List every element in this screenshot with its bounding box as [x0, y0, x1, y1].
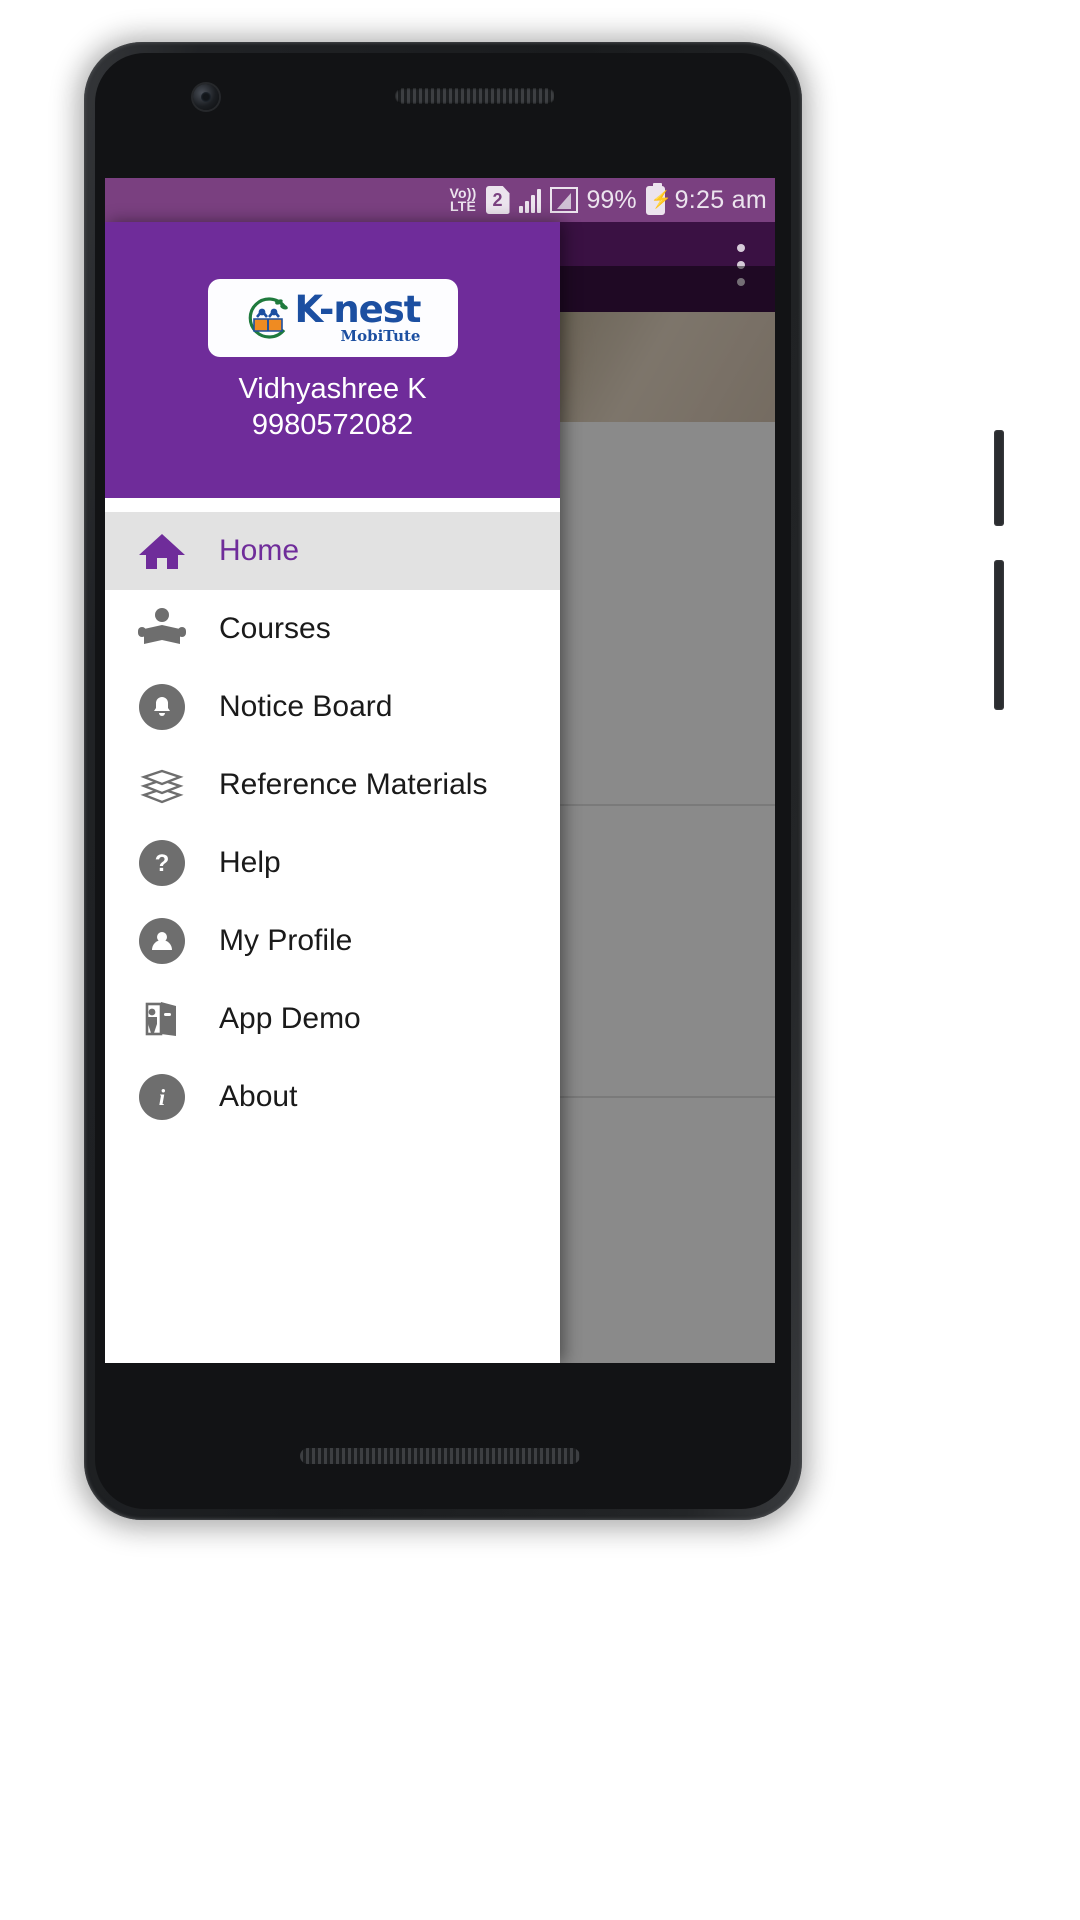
- sidebar-item-label: Reference Materials: [219, 768, 488, 801]
- svg-text:?: ?: [155, 850, 170, 877]
- drawer-logo-card: K-nest MobiTute: [207, 278, 458, 357]
- sidebar-item-label: Home: [219, 534, 300, 567]
- status-bar-clock: 9:25 am: [674, 185, 767, 214]
- question-mark-icon: ?: [131, 832, 193, 894]
- door-person-icon: [131, 988, 193, 1050]
- sim-slot-number: 2: [485, 186, 510, 214]
- drawer-header: K-nest MobiTute Vidhyashree K 9980572082: [105, 222, 560, 498]
- volume-button[interactable]: [994, 560, 1004, 710]
- drawer-user-name: Vidhyashree K: [238, 372, 427, 405]
- sidebar-item-label: About: [219, 1080, 298, 1113]
- status-bar: Vo)) LTE 2 99% ⚡ 9:25 am: [105, 178, 775, 222]
- drawer-user-phone: 9980572082: [251, 408, 414, 441]
- power-button[interactable]: [994, 430, 1004, 526]
- drawer-header-divider: [105, 498, 560, 512]
- volte-line-2: LTE: [450, 198, 477, 214]
- sidebar-item-label: Courses: [219, 612, 331, 645]
- sidebar-item-label: Help: [219, 846, 281, 879]
- books-stack-icon: [131, 754, 193, 816]
- signal-strength-icon-sim1: [518, 187, 541, 213]
- sidebar-item-label: My Profile: [219, 924, 353, 957]
- phone-screen: K-nest MobiTute Notice Board: [105, 178, 775, 1363]
- signal-strength-icon-sim2: [549, 187, 578, 213]
- sidebar-item-label: Notice Board: [219, 690, 393, 723]
- sidebar-item-reference-materials[interactable]: Reference Materials: [105, 746, 560, 824]
- drawer-menu-list: Home Courses Notice Board Reference Mate…: [105, 512, 560, 1136]
- sidebar-item-help[interactable]: ? Help: [105, 824, 560, 902]
- k-nest-mark-icon: [245, 295, 291, 341]
- front-camera-lens-icon: [201, 92, 211, 102]
- earpiece-speaker: [395, 88, 555, 104]
- screenshot-scene: K-nest MobiTute Notice Board: [0, 0, 1080, 1920]
- sidebar-item-about[interactable]: i About: [105, 1058, 560, 1136]
- sidebar-item-app-demo[interactable]: App Demo: [105, 980, 560, 1058]
- bell-icon: [131, 676, 193, 738]
- volte-indicator-icon: Vo)) LTE: [450, 186, 477, 214]
- sim-slot-indicator: 2: [485, 186, 510, 214]
- battery-charging-icon: ⚡: [645, 182, 672, 215]
- svg-text:i: i: [159, 1085, 166, 1110]
- sidebar-item-home[interactable]: Home: [105, 512, 560, 590]
- drawer-logo-primary: K-nest: [294, 288, 422, 331]
- battery-percent-label: 99%: [586, 185, 637, 214]
- person-icon: [131, 910, 193, 972]
- navigation-drawer: K-nest MobiTute Vidhyashree K 9980572082…: [105, 222, 560, 1363]
- sidebar-item-courses[interactable]: Courses: [105, 590, 560, 668]
- info-icon: i: [131, 1066, 193, 1128]
- sidebar-item-my-profile[interactable]: My Profile: [105, 902, 560, 980]
- bottom-speaker: [300, 1448, 580, 1464]
- sidebar-item-label: App Demo: [219, 1002, 361, 1035]
- drawer-logo-secondary: MobiTute: [340, 327, 421, 345]
- home-icon: [131, 520, 193, 582]
- reading-person-icon: [131, 598, 193, 660]
- sidebar-item-notice-board[interactable]: Notice Board: [105, 668, 560, 746]
